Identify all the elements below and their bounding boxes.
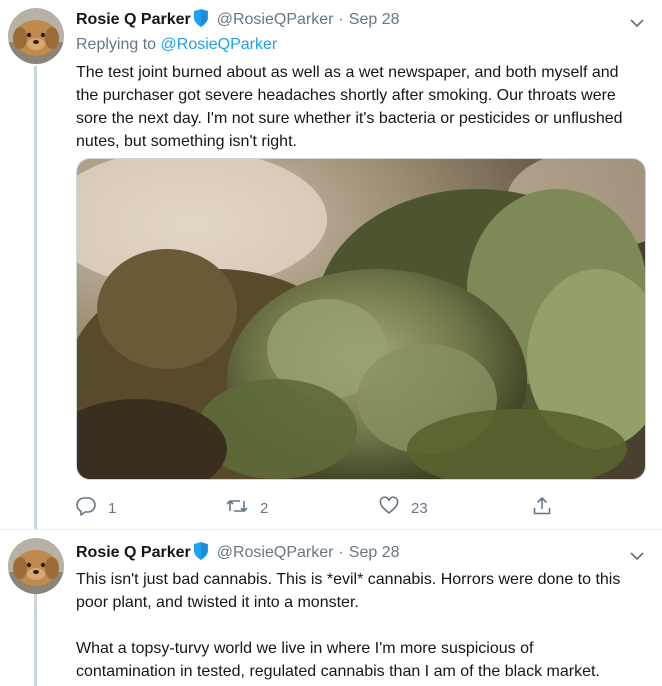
retweet-button[interactable]: 2 (226, 496, 268, 520)
replying-to: Replying to @RosieQParker (76, 36, 277, 54)
reply-count: 1 (108, 499, 117, 517)
replying-handle-link[interactable]: @RosieQParker (161, 36, 278, 53)
retweet-icon (226, 496, 260, 520)
author-handle[interactable]: @RosieQParker (217, 11, 334, 29)
replying-prefix: Replying to (76, 36, 157, 53)
tweet-1[interactable]: Rosie Q Parker @RosieQParker · Sep 28 Re… (0, 0, 662, 530)
tweet-header: Rosie Q Parker @RosieQParker · Sep 28 (76, 541, 400, 565)
tweet-text: This isn't just bad cannabis. This is *e… (76, 571, 621, 680)
separator-dot: · (338, 11, 344, 28)
separator-dot: · (338, 544, 344, 561)
author-name[interactable]: Rosie Q Parker (76, 544, 191, 562)
thread-connector-line (34, 592, 37, 686)
like-button[interactable]: 23 (379, 496, 428, 520)
thread-connector-line (34, 66, 37, 530)
tweet-date[interactable]: Sep 28 (349, 544, 400, 562)
reply-button[interactable]: 1 (76, 496, 116, 520)
chevron-down-icon[interactable] (630, 16, 644, 28)
tweet-actions: 1 2 23 (76, 496, 576, 520)
tweet-header: Rosie Q Parker @RosieQParker · Sep 28 (76, 8, 400, 32)
author-name[interactable]: Rosie Q Parker (76, 11, 191, 29)
avatar[interactable] (8, 538, 64, 594)
tweet-date[interactable]: Sep 28 (349, 11, 400, 29)
tweet-photo[interactable] (76, 158, 646, 480)
share-icon (532, 496, 564, 520)
retweet-count: 2 (260, 499, 269, 517)
avatar[interactable] (8, 8, 64, 64)
share-button[interactable] (532, 496, 564, 520)
heart-icon (379, 496, 411, 520)
tweet-2[interactable]: Rosie Q Parker @RosieQParker · Sep 28 Th… (0, 530, 662, 686)
reply-icon (76, 496, 108, 520)
author-handle[interactable]: @RosieQParker (217, 544, 334, 562)
verified-badge-icon (193, 541, 209, 565)
tweet-text: The test joint burned about as well as a… (76, 64, 627, 150)
like-count: 23 (411, 499, 428, 517)
chevron-down-icon[interactable] (630, 549, 644, 561)
verified-badge-icon (193, 8, 209, 32)
